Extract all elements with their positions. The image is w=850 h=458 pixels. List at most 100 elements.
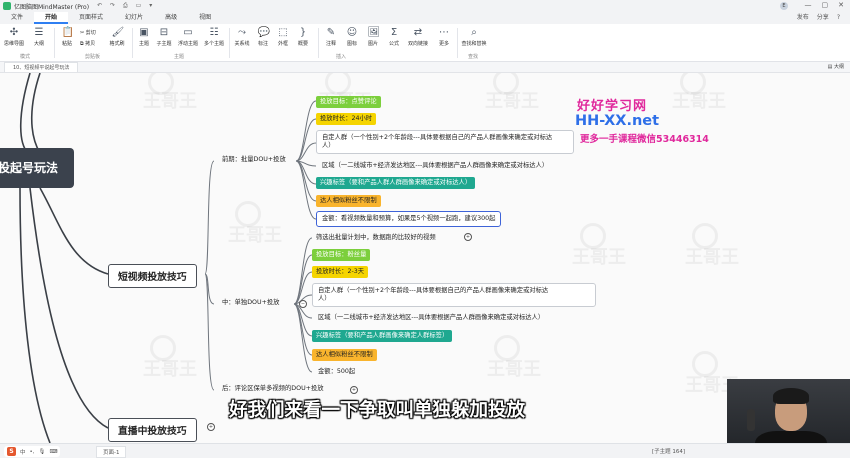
- contact-overlay: 更多一手课程微信53446314: [580, 134, 709, 145]
- group-label-mode: 模式: [20, 54, 31, 60]
- app-title: 亿图脑图MindMaster (Pro): [14, 3, 90, 11]
- ribbon-separator: [229, 28, 230, 58]
- collapse-toggle[interactable]: +: [350, 386, 358, 394]
- mindmap-icon: ✣: [9, 27, 19, 38]
- icon-library-icon: ☺: [346, 27, 358, 38]
- subtopic-button[interactable]: ⊟ 子主题: [153, 27, 175, 47]
- relationship-button[interactable]: ⤳ 关系线: [231, 27, 253, 47]
- video-subtitle: 好我们来看一下争取叫单独躲加投放: [229, 400, 526, 421]
- close-icon[interactable]: ✕: [838, 1, 844, 9]
- document-tab-bar: 10、短视频平说起号玩法 ▤ 大纲: [0, 62, 850, 73]
- topic-button[interactable]: ▣ 主题: [133, 27, 155, 47]
- summary-icon: }: [299, 27, 307, 38]
- find-replace-button[interactable]: ⌕ 查找和替换: [459, 27, 489, 47]
- tab-file[interactable]: 文件: [0, 12, 34, 24]
- callout-icon: 💬: [257, 27, 270, 38]
- topic-custom-audience[interactable]: 自定人群（一个性别+2个年龄段---具体要根据自己的产品人群画像来确定或对标达人…: [316, 130, 574, 155]
- subtopic-icon: ⊟: [159, 27, 169, 38]
- icon-button[interactable]: ☺ 图标: [341, 27, 363, 47]
- outline-icon: ☰: [34, 27, 44, 38]
- menu-right-actions: 发布 分享 ?: [797, 12, 840, 24]
- collapse-toggle[interactable]: −: [299, 300, 307, 308]
- topic-goal[interactable]: 投放目标：粉丝量: [312, 249, 371, 262]
- main-topic-live[interactable]: 直播中投放技巧: [108, 418, 197, 442]
- branch-early[interactable]: 前期：批量DOU+投放: [222, 156, 286, 164]
- branch-late[interactable]: 后：评论区保单多视频的DOU+投放: [222, 385, 324, 393]
- more-button[interactable]: ⋯ 更多: [433, 27, 455, 47]
- topic-icon: ▣: [139, 27, 149, 38]
- app-window: 亿图脑图MindMaster (Pro) ↶ ↷ ⎙ ▭ ▾ E — ▢ ✕ 文…: [0, 0, 850, 458]
- collapse-toggle[interactable]: +: [464, 233, 472, 241]
- cut-button[interactable]: ✂ 剪切: [80, 29, 96, 36]
- group-label-find: 查找: [468, 54, 479, 60]
- quick-access-toolbar[interactable]: ↶ ↷ ⎙ ▭ ▾: [97, 2, 155, 10]
- outline-panel-button[interactable]: ▤ 大纲: [828, 63, 844, 70]
- collapse-toggle[interactable]: +: [207, 423, 215, 431]
- topic-region[interactable]: 区域（一二线城市+经济发达地区---具体要根据产品人群画像来确定或对标达人）: [314, 312, 548, 324]
- app-logo-icon: [3, 2, 11, 10]
- topic-select-videos[interactable]: 筛选出批量计划中，数据跑的比较好的视频: [312, 232, 440, 244]
- document-tab[interactable]: 10、短视频平说起号玩法: [4, 62, 79, 72]
- topic-budget-selected[interactable]: 金额：看视频数量和预算，如果是5个视频一起跑，建议300起: [316, 211, 502, 228]
- topic-duration[interactable]: 投放时长：24小时: [316, 113, 377, 126]
- webcam-overlay: [727, 379, 850, 443]
- presenter-body: [755, 431, 827, 443]
- bidirectional-link-button[interactable]: ⇄ 双向链接: [404, 27, 432, 47]
- topic-budget[interactable]: 金额：500起: [314, 366, 359, 378]
- boundary-icon: ⬚: [278, 27, 288, 38]
- main-topic-short-video[interactable]: 短视频投放技巧: [108, 264, 197, 288]
- help-button[interactable]: ?: [837, 12, 840, 24]
- tab-slides[interactable]: 幻灯片: [114, 12, 154, 24]
- format-painter-button[interactable]: 🖌 格式刷: [104, 27, 130, 47]
- formula-icon: Σ: [390, 27, 398, 38]
- publish-button[interactable]: 发布: [797, 12, 809, 24]
- outline-mode-button[interactable]: ☰ 大纲: [28, 27, 50, 47]
- topic-custom-audience[interactable]: 自定人群（一个性别+2个年龄段---具体要根据自己的产品人群画像来确定或对标达人…: [312, 283, 596, 308]
- formula-button[interactable]: Σ 公式: [383, 27, 405, 47]
- topic-region[interactable]: 区域（一二线城市+经济发达地区---具体要根据产品人群画像来确定或对标达人）: [318, 160, 552, 172]
- root-topic[interactable]: 投起号玩法: [0, 148, 74, 188]
- floating-topic-button[interactable]: ▭ 浮动主题: [175, 27, 201, 47]
- tab-view[interactable]: 视图: [188, 12, 222, 24]
- multiple-topics-icon: ☷: [209, 27, 219, 38]
- group-label-insert: 插入: [336, 54, 347, 60]
- page-tab[interactable]: 页面-1: [96, 446, 127, 458]
- topic-similar-fans[interactable]: 达人相似粉丝不限制: [316, 195, 381, 208]
- ribbon-separator: [457, 28, 458, 58]
- tab-advanced[interactable]: 高级: [154, 12, 188, 24]
- mindmap-mode-button[interactable]: ✣ 思维导图: [3, 27, 25, 47]
- multiple-topics-button[interactable]: ☷ 多个主题: [201, 27, 227, 47]
- maximize-icon[interactable]: ▢: [822, 1, 829, 9]
- tab-home[interactable]: 开始: [34, 12, 69, 24]
- mindmap-canvas[interactable]: 王哥王 王哥王 王哥王 王哥王 王哥王 王哥王 王哥王 王哥王 王哥王 王哥王: [0, 73, 850, 443]
- share-button[interactable]: 分享: [817, 12, 829, 24]
- group-label-topic: 主题: [174, 54, 185, 60]
- copy-button[interactable]: ⧉ 拷贝: [80, 40, 95, 47]
- note-icon: ✎: [326, 27, 336, 38]
- topic-interest-tags[interactable]: 兴趣标签（要和产品人群画像来确定人群标签）: [312, 330, 453, 343]
- tab-page-style[interactable]: 页面样式: [68, 12, 114, 24]
- ime-toolbar[interactable]: S 中 •, 🎙 ⌨: [4, 446, 61, 457]
- link-icon: ⇄: [413, 27, 423, 38]
- topic-duration[interactable]: 投放时长：2-3天: [312, 266, 369, 279]
- boundary-button[interactable]: ⬚ 外框: [272, 27, 294, 47]
- paste-button[interactable]: 📋 粘贴: [56, 27, 78, 47]
- avatar[interactable]: E: [780, 2, 788, 10]
- ribbon-toolbar: ✣ 思维导图 ☰ 大纲 📋 粘贴 ✂ 剪切 ⧉ 拷贝 🖌 格式刷 ▣ 主题 ⊟ 子主题 ▭ 浮…: [0, 24, 850, 62]
- connector-lines: [19, 73, 317, 443]
- brush-icon: 🖌: [111, 27, 125, 38]
- topic-goal[interactable]: 投放目标：点赞评论: [316, 96, 381, 109]
- note-button[interactable]: ✎ 注释: [320, 27, 342, 47]
- site-name-overlay: 好好学习网: [577, 99, 648, 114]
- minimize-icon[interactable]: —: [805, 1, 812, 9]
- topic-similar-fans[interactable]: 达人相似粉丝不限制: [312, 349, 377, 362]
- callout-button[interactable]: 💬 标注: [252, 27, 274, 47]
- microphone-icon: [747, 409, 755, 431]
- image-button[interactable]: 🖼 图片: [362, 27, 384, 47]
- floating-topic-icon: ▭: [183, 27, 193, 38]
- image-icon: 🖼: [367, 27, 381, 38]
- summary-button[interactable]: } 概要: [292, 27, 314, 47]
- menu-tabs: 文件 开始 页面样式 幻灯片 高级 视图 发布 分享 ?: [0, 12, 850, 24]
- topic-interest-tags[interactable]: 兴趣标签（要和产品人群人群画像来确定或对标达人）: [316, 177, 476, 190]
- branch-middle[interactable]: 中：单独DOU+投放: [222, 299, 279, 307]
